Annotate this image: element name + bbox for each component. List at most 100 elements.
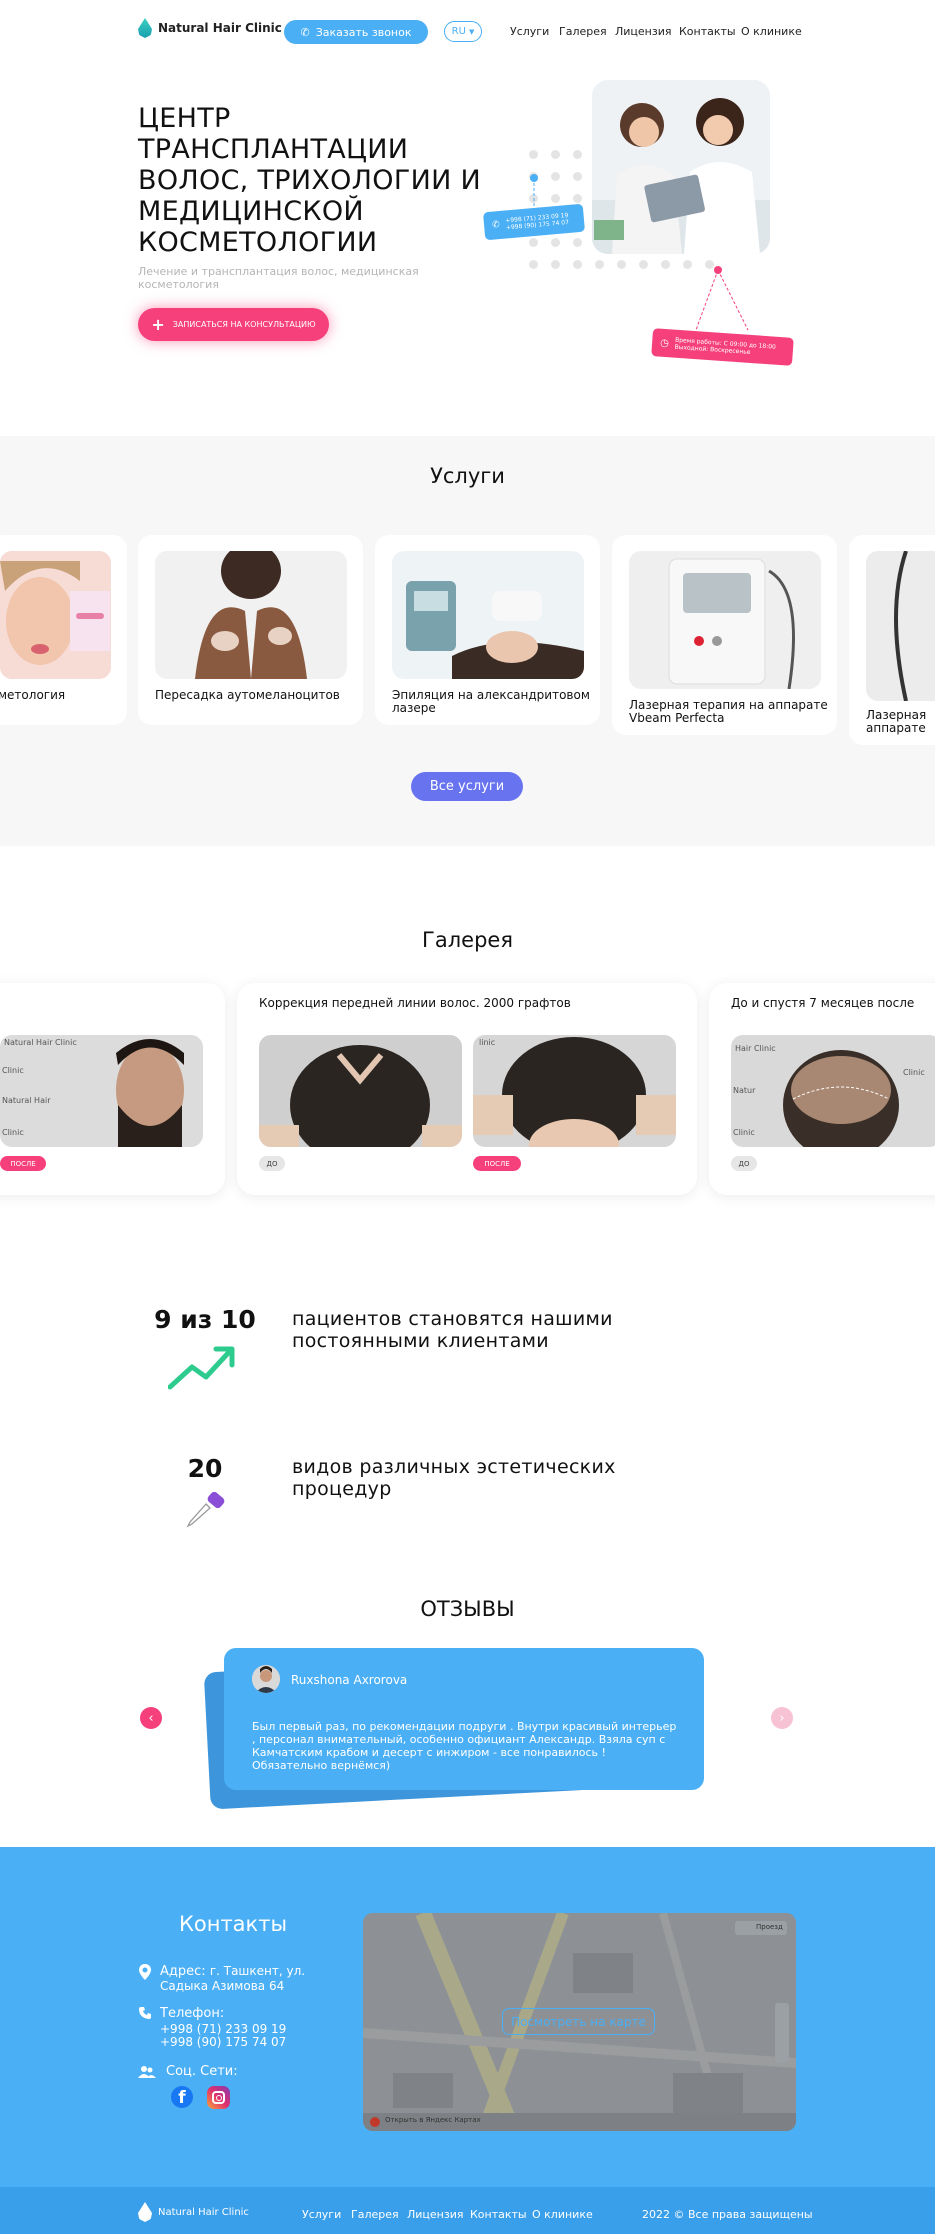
service-card[interactable]: Эпиляция на александритовом лазере xyxy=(375,535,600,725)
service-card[interactable]: Пересадка аутомеланоцитов xyxy=(138,535,363,725)
service-image xyxy=(629,551,821,689)
svg-text:Clinic: Clinic xyxy=(2,1128,24,1137)
drop-icon xyxy=(138,2202,152,2222)
footer-nav-about[interactable]: О клинике xyxy=(532,2208,593,2221)
hero-title-line: ЦЕНТР xyxy=(138,103,231,134)
svg-text:Natural Hair Clinic: Natural Hair Clinic xyxy=(4,1038,77,1047)
gallery-photo-before: Hair Clinic Natur Clinic Clinic xyxy=(731,1035,935,1147)
footer-nav-license[interactable]: Лицензия xyxy=(407,2208,463,2221)
gallery-title: Галерея xyxy=(422,928,513,952)
language-select[interactable]: RU ▼ xyxy=(444,21,482,42)
language-value: RU xyxy=(451,26,466,37)
hero-title-line: КОСМЕТОЛОГИИ xyxy=(138,227,378,258)
instagram-icon[interactable] xyxy=(207,2086,230,2109)
phone-value[interactable]: +998 (71) 233 09 19 xyxy=(160,2022,286,2036)
footer-logo[interactable]: Natural Hair Clinic xyxy=(138,2202,249,2222)
service-image xyxy=(866,551,935,701)
plus-icon: + xyxy=(151,315,165,334)
phone-label: Телефон: xyxy=(160,2006,225,2021)
after-badge: ПОСЛЕ xyxy=(0,1156,46,1171)
call-button-label: Заказать звонок xyxy=(315,25,412,39)
phone-value[interactable]: +998 (90) 175 74 07 xyxy=(160,2035,286,2049)
address-label: Адрес: xyxy=(160,1964,206,1979)
all-services-button[interactable]: Все услуги xyxy=(411,772,523,801)
reviews-title: ОТЗЫВЫ xyxy=(420,1597,515,1621)
gallery-card-title: Коррекция передней линии волос. 2000 гра… xyxy=(259,996,571,1010)
service-card[interactable]: метология xyxy=(0,535,127,725)
logo-text: Natural Hair Clinic xyxy=(158,21,282,35)
stat-text: видов различных эстетических процедур xyxy=(292,1456,616,1500)
gallery-card-title: До и спустя 7 месяцев после xyxy=(731,996,915,1010)
footer-nav-services[interactable]: Услуги xyxy=(302,2208,341,2221)
before-badge: ДО xyxy=(259,1156,285,1171)
view-on-map-button[interactable]: Посмотреть на карте xyxy=(502,2008,655,2035)
gallery-photo-after: Natural Hair Clinic Clinic Natural Hair Cli… xyxy=(0,1035,203,1147)
hero-title-line: МЕДИЦИНСКОЙ xyxy=(138,196,364,227)
phone-icon: ✆ xyxy=(491,220,501,231)
decorative-dot xyxy=(529,150,538,159)
footer-nav-contacts[interactable]: Контакты xyxy=(470,2208,527,2221)
svg-text:Clinic: Clinic xyxy=(903,1068,925,1077)
nav-contacts[interactable]: Контакты xyxy=(679,25,736,38)
nav-services[interactable]: Услуги xyxy=(510,25,549,38)
facebook-icon[interactable]: f xyxy=(171,2086,193,2108)
gallery-card[interactable]: До и спустя 7 месяцев после Hair Clinic N… xyxy=(709,983,935,1195)
stat-number: 9 из 10 xyxy=(154,1305,256,1334)
gallery-card[interactable]: Natural Hair Clinic Clinic Natural Hair Cli… xyxy=(0,983,225,1195)
footer-logo-text: Natural Hair Clinic xyxy=(158,2206,249,2218)
logo[interactable]: Natural Hair Clinic xyxy=(138,18,282,38)
svg-text:Natur: Natur xyxy=(733,1086,756,1095)
service-label: Эпиляция на александритовом лазере xyxy=(392,688,590,715)
review-card: Ruxshona Axrorova Был первый раз, по рек… xyxy=(224,1648,704,1790)
service-label: метология xyxy=(0,688,66,702)
address-block: Адрес: г. Ташкент, ул. Садыка Азимова 64 xyxy=(160,1964,340,1994)
before-badge: ДО xyxy=(731,1156,757,1171)
gallery-card[interactable]: Коррекция передней линии волос. 2000 гра… xyxy=(237,983,697,1195)
service-card[interactable]: Лазерная аппарате xyxy=(849,535,935,745)
chevron-left-icon: ‹ xyxy=(148,1710,154,1726)
open-in-yandex-link[interactable]: Открыть в Яндекс Картах xyxy=(385,2116,481,2124)
map-route-button[interactable]: Проезд xyxy=(756,1923,783,1931)
review-text: Был первый раз, по рекомендации подруги … xyxy=(252,1720,677,1772)
svg-text:linic: linic xyxy=(479,1038,495,1047)
header: Natural Hair Clinic ✆ Заказать звонок RU… xyxy=(0,0,935,62)
gallery-photo-after: linic xyxy=(473,1035,676,1147)
footer-nav-gallery[interactable]: Галерея xyxy=(351,2208,399,2221)
nav-gallery[interactable]: Галерея xyxy=(559,25,607,38)
users-icon xyxy=(138,2066,156,2078)
nav-about[interactable]: О клинике xyxy=(741,25,802,38)
contacts-title: Контакты xyxy=(178,1912,288,1936)
call-button[interactable]: ✆ Заказать звонок xyxy=(284,20,428,44)
service-label: Лазерная терапия на аппарате Vbeam Perfe… xyxy=(629,698,828,725)
stat-number: 20 xyxy=(187,1454,223,1483)
service-label: Пересадка аутомеланоцитов xyxy=(155,688,340,702)
nav-license[interactable]: Лицензия xyxy=(615,25,671,38)
hero-title-line-underlined: ВОЛОС, ТРИХОЛОГИИ И xyxy=(138,165,498,196)
services-title: Услуги xyxy=(430,464,505,488)
consultation-button-label: ЗАПИСАТЬСЯ НА КОНСУЛЬТАЦИЮ xyxy=(172,320,316,329)
service-image xyxy=(155,551,347,679)
decorative-dot xyxy=(573,150,582,159)
svg-text:Natural Hair: Natural Hair xyxy=(2,1096,51,1105)
svg-text:Clinic: Clinic xyxy=(2,1066,24,1075)
social-label: Соц. Сети: xyxy=(166,2064,238,2079)
review-author: Ruxshona Axrorova xyxy=(291,1673,408,1687)
gallery-photo-before xyxy=(259,1035,462,1147)
prev-review-button[interactable]: ‹ xyxy=(140,1707,162,1729)
phone-icon xyxy=(139,2007,151,2019)
service-image xyxy=(392,551,584,679)
copyright: 2022 © Все права защищены xyxy=(642,2208,813,2221)
chevron-right-icon: › xyxy=(779,1710,785,1726)
decorative-dot xyxy=(551,150,560,159)
service-card[interactable]: Лазерная терапия на аппарате Vbeam Perfe… xyxy=(612,535,837,735)
stat-text: пациентов становятся нашими постоянными … xyxy=(292,1308,613,1352)
hero-subtitle: Лечение и трансплантация волос, медицинс… xyxy=(138,265,419,291)
service-label: Лазерная аппарате xyxy=(866,708,927,735)
location-pin-icon xyxy=(139,1964,151,1980)
next-review-button[interactable]: › xyxy=(771,1707,793,1729)
hero-title-line: ТРАНСПЛАНТАЦИИ xyxy=(138,134,409,165)
hero-title-line: ВОЛОС, ТРИХОЛОГИИ И xyxy=(138,165,481,196)
chevron-down-icon: ▼ xyxy=(468,27,475,36)
after-badge: ПОСЛЕ xyxy=(473,1156,521,1171)
consultation-button[interactable]: + ЗАПИСАТЬСЯ НА КОНСУЛЬТАЦИЮ xyxy=(138,308,329,341)
